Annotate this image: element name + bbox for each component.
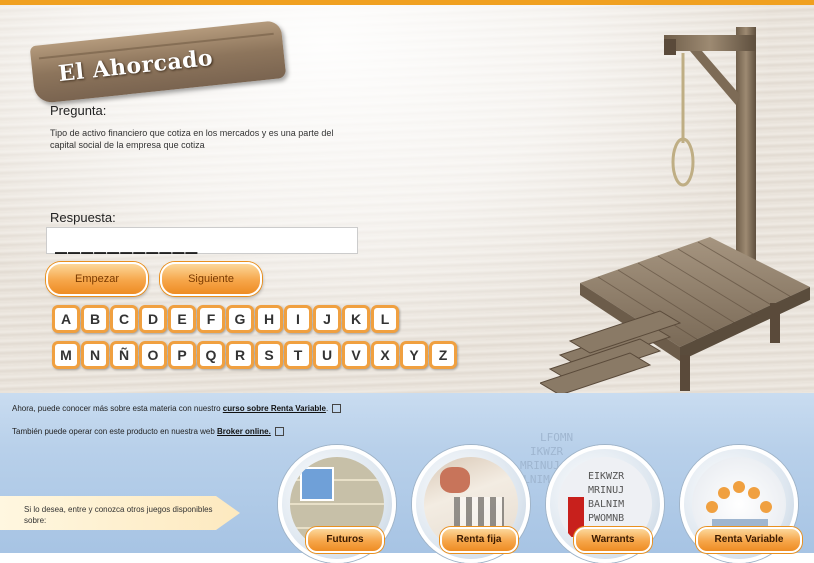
- letter-key[interactable]: E: [168, 305, 196, 333]
- letter-key[interactable]: Ñ: [110, 341, 138, 369]
- letter-key[interactable]: Y: [400, 341, 428, 369]
- renta-variable-button[interactable]: Renta Variable: [696, 527, 802, 553]
- letter-key[interactable]: T: [284, 341, 312, 369]
- svg-text:IKWZR: IKWZR: [530, 445, 563, 458]
- letter-key[interactable]: I: [284, 305, 312, 333]
- game-area: El Ahorcado Pregunta: Tipo de activo fin…: [0, 5, 814, 393]
- letter-key[interactable]: O: [139, 341, 167, 369]
- warrants-button[interactable]: Warrants: [574, 527, 652, 553]
- info-line-2: También puede operar con este producto e…: [12, 427, 284, 437]
- start-button[interactable]: Empezar: [46, 262, 148, 296]
- svg-text:PWOMNB: PWOMNB: [588, 513, 624, 524]
- info-line-1: Ahora, puede conocer más sobre esta mate…: [12, 404, 342, 414]
- letter-key[interactable]: D: [139, 305, 167, 333]
- letter-key[interactable]: N: [81, 341, 109, 369]
- next-button[interactable]: Siguiente: [160, 262, 262, 296]
- answer-field: ___________: [46, 227, 358, 254]
- promo-text: Si lo desea, entre y conozca otros juego…: [24, 505, 213, 525]
- svg-text:LFOMN: LFOMN: [540, 431, 573, 444]
- letter-key[interactable]: Q: [197, 341, 225, 369]
- question-text: Tipo de activo financiero que cotiza en …: [50, 128, 334, 150]
- letter-key[interactable]: C: [110, 305, 138, 333]
- question-label: Pregunta:: [50, 103, 107, 118]
- letter-key[interactable]: F: [197, 305, 225, 333]
- external-link-icon[interactable]: [274, 427, 284, 437]
- renta-variable-course-link[interactable]: curso sobre Renta Variable: [223, 404, 326, 413]
- letter-key[interactable]: K: [342, 305, 370, 333]
- letter-key[interactable]: S: [255, 341, 283, 369]
- external-link-icon[interactable]: [332, 404, 342, 414]
- letter-key[interactable]: A: [52, 305, 80, 333]
- answer-value: ___________: [55, 230, 199, 254]
- svg-text:MRINUJ: MRINUJ: [588, 485, 624, 496]
- letter-key[interactable]: J: [313, 305, 341, 333]
- letter-key[interactable]: U: [313, 341, 341, 369]
- svg-text:BALNIM: BALNIM: [588, 499, 624, 510]
- letter-key[interactable]: L: [371, 305, 399, 333]
- letter-key[interactable]: P: [168, 341, 196, 369]
- letter-key[interactable]: G: [226, 305, 254, 333]
- svg-text:MRINUJ: MRINUJ: [520, 459, 560, 472]
- letter-key[interactable]: Z: [429, 341, 457, 369]
- futuros-button[interactable]: Futuros: [306, 527, 384, 553]
- letter-key[interactable]: B: [81, 305, 109, 333]
- answer-label: Respuesta:: [50, 210, 116, 225]
- svg-text:EIKWZR: EIKWZR: [588, 471, 625, 482]
- letter-key[interactable]: R: [226, 341, 254, 369]
- letter-key[interactable]: V: [342, 341, 370, 369]
- letter-key[interactable]: H: [255, 305, 283, 333]
- renta-fija-button[interactable]: Renta fija: [440, 527, 518, 553]
- letter-key[interactable]: M: [52, 341, 80, 369]
- broker-online-link[interactable]: Broker online.: [217, 427, 271, 436]
- gallows-illustration: [540, 27, 810, 393]
- letter-key[interactable]: X: [371, 341, 399, 369]
